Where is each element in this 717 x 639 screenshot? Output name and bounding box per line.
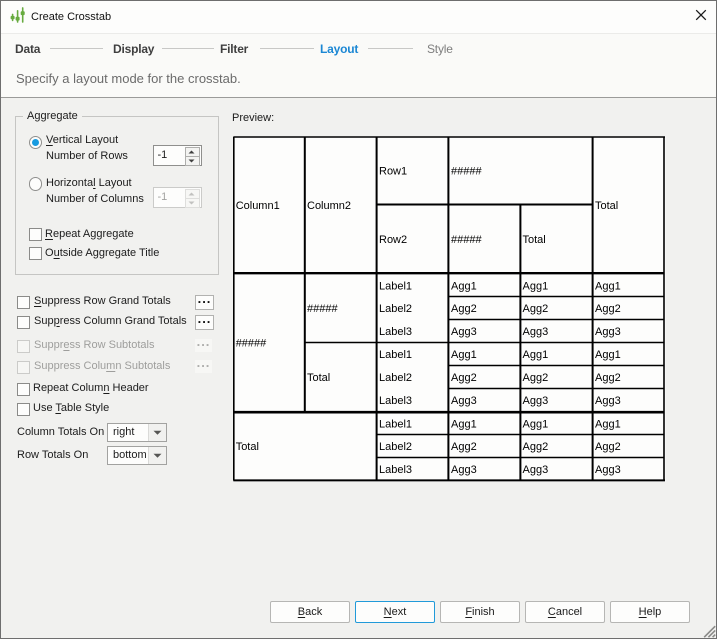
svg-text:Label1: Label1 bbox=[379, 349, 412, 361]
svg-text:Agg3: Agg3 bbox=[451, 326, 477, 338]
svg-text:Label3: Label3 bbox=[379, 464, 412, 476]
svg-text:Label2: Label2 bbox=[379, 441, 412, 453]
svg-text:Agg2: Agg2 bbox=[522, 303, 548, 315]
svg-text:Agg3: Agg3 bbox=[451, 395, 477, 407]
svg-text:Agg2: Agg2 bbox=[451, 372, 477, 384]
svg-text:Agg1: Agg1 bbox=[522, 418, 548, 430]
svg-text:Agg3: Agg3 bbox=[522, 464, 548, 476]
svg-text:Agg3: Agg3 bbox=[595, 326, 621, 338]
svg-text:Total: Total bbox=[235, 441, 258, 453]
svg-text:Total: Total bbox=[307, 372, 330, 384]
svg-text:Agg2: Agg2 bbox=[522, 372, 548, 384]
svg-text:Agg1: Agg1 bbox=[595, 418, 621, 430]
svg-text:#####: ##### bbox=[235, 337, 266, 349]
svg-text:Agg2: Agg2 bbox=[595, 303, 621, 315]
svg-text:Agg1: Agg1 bbox=[595, 349, 621, 361]
svg-text:Agg2: Agg2 bbox=[451, 441, 477, 453]
svg-text:#####: ##### bbox=[307, 303, 338, 315]
svg-text:Label2: Label2 bbox=[379, 372, 412, 384]
svg-text:Agg1: Agg1 bbox=[451, 349, 477, 361]
svg-text:Column1: Column1 bbox=[235, 200, 279, 212]
svg-text:Agg3: Agg3 bbox=[522, 395, 548, 407]
svg-text:Agg3: Agg3 bbox=[595, 464, 621, 476]
svg-text:Row2: Row2 bbox=[379, 234, 407, 246]
svg-text:Agg1: Agg1 bbox=[522, 280, 548, 292]
svg-text:Agg2: Agg2 bbox=[595, 441, 621, 453]
svg-text:Label3: Label3 bbox=[379, 326, 412, 338]
svg-text:Agg3: Agg3 bbox=[595, 395, 621, 407]
svg-text:Agg1: Agg1 bbox=[595, 280, 621, 292]
svg-text:#####: ##### bbox=[451, 234, 482, 246]
svg-text:Agg3: Agg3 bbox=[451, 464, 477, 476]
svg-text:Row1: Row1 bbox=[379, 165, 407, 177]
svg-text:Agg1: Agg1 bbox=[522, 349, 548, 361]
svg-text:Agg2: Agg2 bbox=[522, 441, 548, 453]
svg-text:Agg3: Agg3 bbox=[522, 326, 548, 338]
svg-text:Agg2: Agg2 bbox=[451, 303, 477, 315]
svg-text:Agg2: Agg2 bbox=[595, 372, 621, 384]
svg-text:Total: Total bbox=[522, 234, 545, 246]
svg-text:Column2: Column2 bbox=[307, 200, 351, 212]
svg-text:Agg1: Agg1 bbox=[451, 418, 477, 430]
svg-text:Total: Total bbox=[595, 200, 618, 212]
svg-text:Label1: Label1 bbox=[379, 418, 412, 430]
svg-text:#####: ##### bbox=[451, 165, 482, 177]
svg-text:Agg1: Agg1 bbox=[451, 280, 477, 292]
svg-text:Label2: Label2 bbox=[379, 303, 412, 315]
svg-text:Label3: Label3 bbox=[379, 395, 412, 407]
svg-text:Label1: Label1 bbox=[379, 280, 412, 292]
